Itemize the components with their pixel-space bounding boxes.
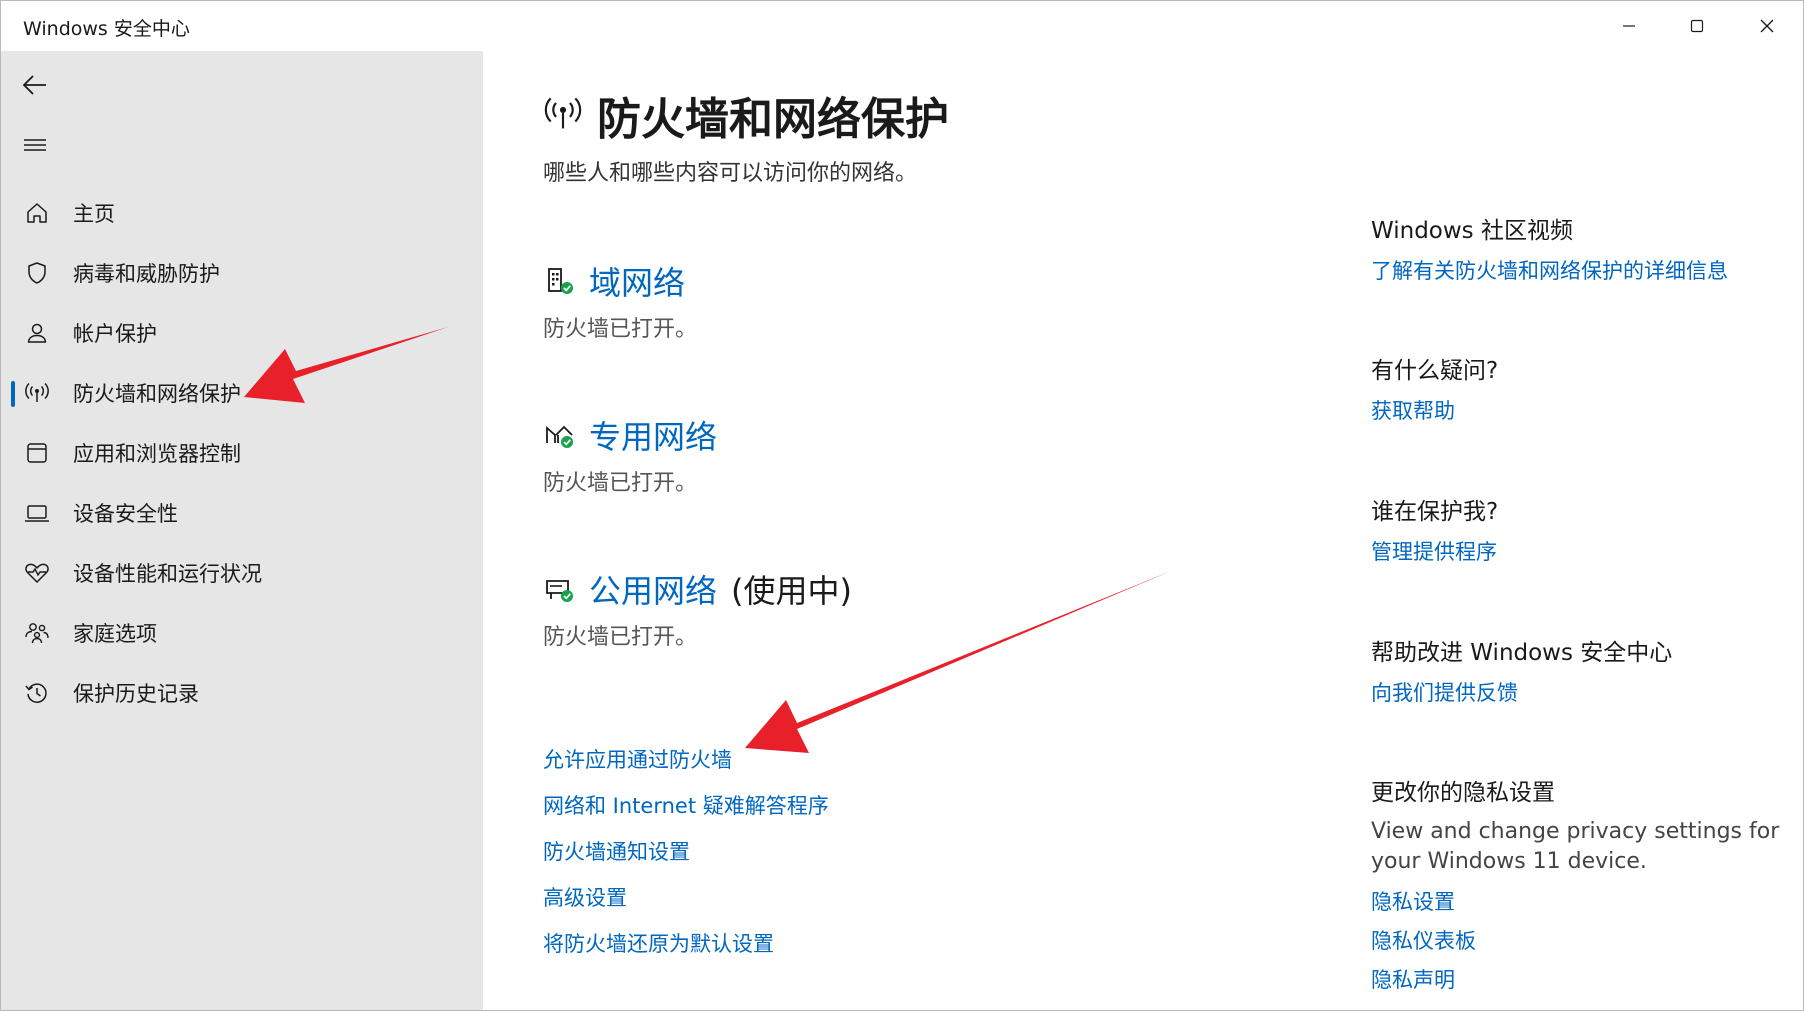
page-subtitle: 哪些人和哪些内容可以访问你的网络。 (543, 161, 918, 186)
page-title: 防火墙和网络保护 (597, 94, 949, 145)
sidebar-item-label: 病毒和威胁防护 (73, 262, 220, 286)
close-button[interactable] (1733, 1, 1801, 51)
sidebar-item-home[interactable]: 主页 (11, 187, 473, 239)
hamburger-menu-icon (24, 139, 46, 151)
sidebar-item-label: 设备性能和运行状况 (73, 562, 262, 586)
sidebar-item-device-security[interactable]: 设备安全性 (11, 487, 473, 539)
browser-window-icon (17, 433, 57, 473)
privacy-description: View and change privacy settings for you… (1371, 819, 1780, 874)
firewall-links: 允许应用通过防火墙 网络和 Internet 疑难解答程序 防火墙通知设置 高级… (543, 737, 829, 967)
public-network-link[interactable]: 公用网络 (589, 566, 717, 612)
domain-network-section: 域网络 防火墙已打开。 (543, 257, 697, 343)
heart-pulse-icon (17, 553, 57, 593)
questions-section: 有什么疑问? 获取帮助 (1371, 351, 1791, 425)
sidebar-item-label: 设备安全性 (73, 502, 178, 526)
sidebar-item-label: 家庭选项 (73, 622, 157, 646)
section-heading: Windows 社区视频 (1371, 218, 1573, 244)
private-network-status: 防火墙已打开。 (543, 471, 698, 496)
domain-network-icon (543, 264, 577, 298)
privacy-settings-link[interactable]: 隐私设置 (1371, 883, 1791, 922)
back-button[interactable] (15, 65, 55, 105)
private-network-section: 专用网络 防火墙已打开。 (543, 411, 717, 497)
menu-button[interactable] (15, 125, 55, 165)
privacy-dashboard-link[interactable]: 隐私仪表板 (1371, 922, 1791, 961)
domain-network-link[interactable]: 域网络 (589, 258, 685, 304)
allow-app-through-firewall-link[interactable]: 允许应用通过防火墙 (543, 737, 829, 783)
learn-more-link[interactable]: 了解有关防火墙和网络保护的详细信息 (1371, 255, 1791, 285)
app-window: Windows 安全中心 主页 病毒和威胁防护 帐户保护 防火墙和网络保护 应用… (0, 0, 1804, 1011)
manage-providers-link[interactable]: 管理提供程序 (1371, 536, 1791, 566)
family-icon (17, 613, 57, 653)
restore-firewall-defaults-link[interactable]: 将防火墙还原为默认设置 (543, 921, 829, 967)
section-heading: 有什么疑问? (1371, 358, 1499, 384)
close-icon (1760, 19, 1774, 33)
person-icon (17, 313, 57, 353)
network-troubleshooter-link[interactable]: 网络和 Internet 疑难解答程序 (543, 783, 829, 829)
minimize-icon (1623, 25, 1635, 27)
window-title: Windows 安全中心 (23, 18, 190, 40)
who-protects-section: 谁在保护我? 管理提供程序 (1371, 492, 1791, 566)
antenna-icon (17, 373, 57, 413)
public-network-icon (543, 572, 577, 606)
private-network-icon (543, 418, 577, 452)
sidebar-item-label: 保护历史记录 (73, 682, 199, 706)
main-content: 防火墙和网络保护 哪些人和哪些内容可以访问你的网络。 域网络 防火墙已打开。 专… (483, 51, 1803, 1010)
home-icon (17, 193, 57, 233)
sidebar-item-label: 帐户保护 (73, 322, 157, 346)
improve-section: 帮助改进 Windows 安全中心 向我们提供反馈 (1371, 633, 1791, 707)
privacy-statement-link[interactable]: 隐私声明 (1371, 961, 1791, 1000)
sidebar-item-virus-protection[interactable]: 病毒和威胁防护 (11, 247, 473, 299)
section-heading: 谁在保护我? (1371, 499, 1499, 525)
sidebar-item-account-protection[interactable]: 帐户保护 (11, 307, 473, 359)
public-network-section: 公用网络 (使用中) 防火墙已打开。 (543, 565, 852, 651)
advanced-settings-link[interactable]: 高级设置 (543, 875, 829, 921)
get-help-link[interactable]: 获取帮助 (1371, 395, 1791, 425)
shield-icon (17, 253, 57, 293)
sidebar-item-label: 应用和浏览器控制 (73, 442, 241, 466)
give-feedback-link[interactable]: 向我们提供反馈 (1371, 677, 1791, 707)
sidebar-item-family-options[interactable]: 家庭选项 (11, 607, 473, 659)
section-heading: 更改你的隐私设置 (1371, 780, 1555, 806)
public-network-status: 防火墙已打开。 (543, 625, 698, 650)
private-network-link[interactable]: 专用网络 (589, 412, 717, 458)
sidebar-item-label: 防火墙和网络保护 (73, 382, 241, 406)
firewall-notification-settings-link[interactable]: 防火墙通知设置 (543, 829, 829, 875)
sidebar-item-firewall[interactable]: 防火墙和网络保护 (11, 367, 473, 419)
section-heading: 帮助改进 Windows 安全中心 (1371, 640, 1673, 666)
minimize-button[interactable] (1595, 1, 1663, 51)
maximize-icon (1690, 19, 1704, 33)
sidebar-item-label: 主页 (73, 202, 115, 226)
community-videos-section: Windows 社区视频 了解有关防火墙和网络保护的详细信息 (1371, 211, 1791, 285)
in-use-label: (使用中) (731, 572, 852, 610)
history-icon (17, 673, 57, 713)
laptop-icon (17, 493, 57, 533)
sidebar-item-app-browser-control[interactable]: 应用和浏览器控制 (11, 427, 473, 479)
sidebar-item-device-performance[interactable]: 设备性能和运行状况 (11, 547, 473, 599)
page-header: 防火墙和网络保护 (543, 83, 949, 147)
antenna-icon (543, 93, 583, 137)
title-bar: Windows 安全中心 (1, 1, 1803, 51)
sidebar-item-protection-history[interactable]: 保护历史记录 (11, 667, 473, 719)
maximize-button[interactable] (1663, 1, 1731, 51)
privacy-section: 更改你的隐私设置 View and change privacy setting… (1371, 773, 1791, 1000)
domain-network-status: 防火墙已打开。 (543, 317, 698, 342)
sidebar: 主页 病毒和威胁防护 帐户保护 防火墙和网络保护 应用和浏览器控制 设备安全性 … (1, 51, 483, 1010)
back-arrow-icon (22, 75, 46, 95)
